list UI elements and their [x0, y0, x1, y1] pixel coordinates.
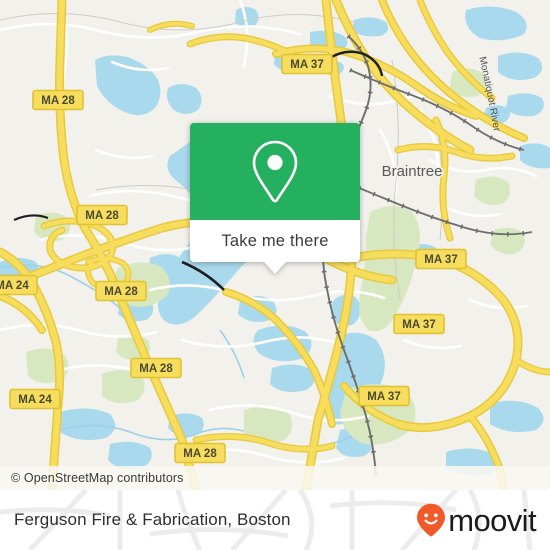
road-shield[interactable]: MA 28 — [32, 89, 84, 111]
shield-label: MA 28 — [41, 95, 75, 107]
attribution-text: © OpenStreetMap contributors — [11, 471, 184, 485]
shield-label: MA 37 — [424, 254, 457, 266]
road-shield[interactable]: MA 24 — [9, 388, 61, 410]
shield-label: MA 24 — [0, 280, 29, 292]
shield-label: MA 24 — [18, 394, 52, 406]
callout-cta-area[interactable]: Take me there — [190, 220, 360, 262]
road-shield[interactable]: MA 28 — [174, 442, 226, 464]
city-label-text: Braintree — [382, 163, 443, 180]
callout-tail — [264, 262, 286, 274]
road-shield[interactable]: MA 37 — [281, 53, 333, 75]
map-attribution-bar: © OpenStreetMap contributors — [0, 466, 550, 490]
location-pin-icon — [252, 140, 298, 202]
moovit-pin-icon — [417, 503, 446, 537]
moovit-wordmark: moovit — [448, 502, 536, 538]
shield-label: MA 37 — [367, 391, 400, 403]
shield-label: MA 28 — [85, 210, 119, 222]
road-shield[interactable]: MA 37 — [393, 313, 445, 335]
road-shield[interactable]: MA 28 — [76, 204, 128, 226]
road-shield[interactable]: MA 24 — [0, 274, 38, 296]
road-shield[interactable]: MA 28 — [95, 280, 147, 302]
shield-label: MA 37 — [402, 319, 435, 331]
place-title: Ferguson Fire & Fabrication, Boston — [14, 510, 291, 529]
shield-label: MA 28 — [104, 286, 138, 298]
location-callout-card[interactable]: Take me there — [190, 123, 360, 274]
moovit-map-screenshot: Monatiquot River Braintree MA 37 MA 28 M… — [0, 0, 550, 550]
shield-label: MA 28 — [139, 363, 173, 375]
footer-bar: Ferguson Fire & Fabrication, Boston moov… — [0, 490, 550, 550]
shield-label: MA 28 — [183, 448, 217, 460]
shield-label: MA 37 — [290, 59, 323, 71]
callout-pin-area — [190, 123, 360, 220]
road-shield[interactable]: MA 37 — [415, 248, 467, 270]
take-me-there-label: Take me there — [221, 231, 329, 250]
moovit-logo[interactable]: moovit — [416, 502, 537, 538]
road-shield[interactable]: MA 37 — [358, 385, 410, 407]
city-label-braintree: Braintree — [380, 161, 444, 181]
road-shield[interactable]: MA 28 — [130, 357, 182, 379]
